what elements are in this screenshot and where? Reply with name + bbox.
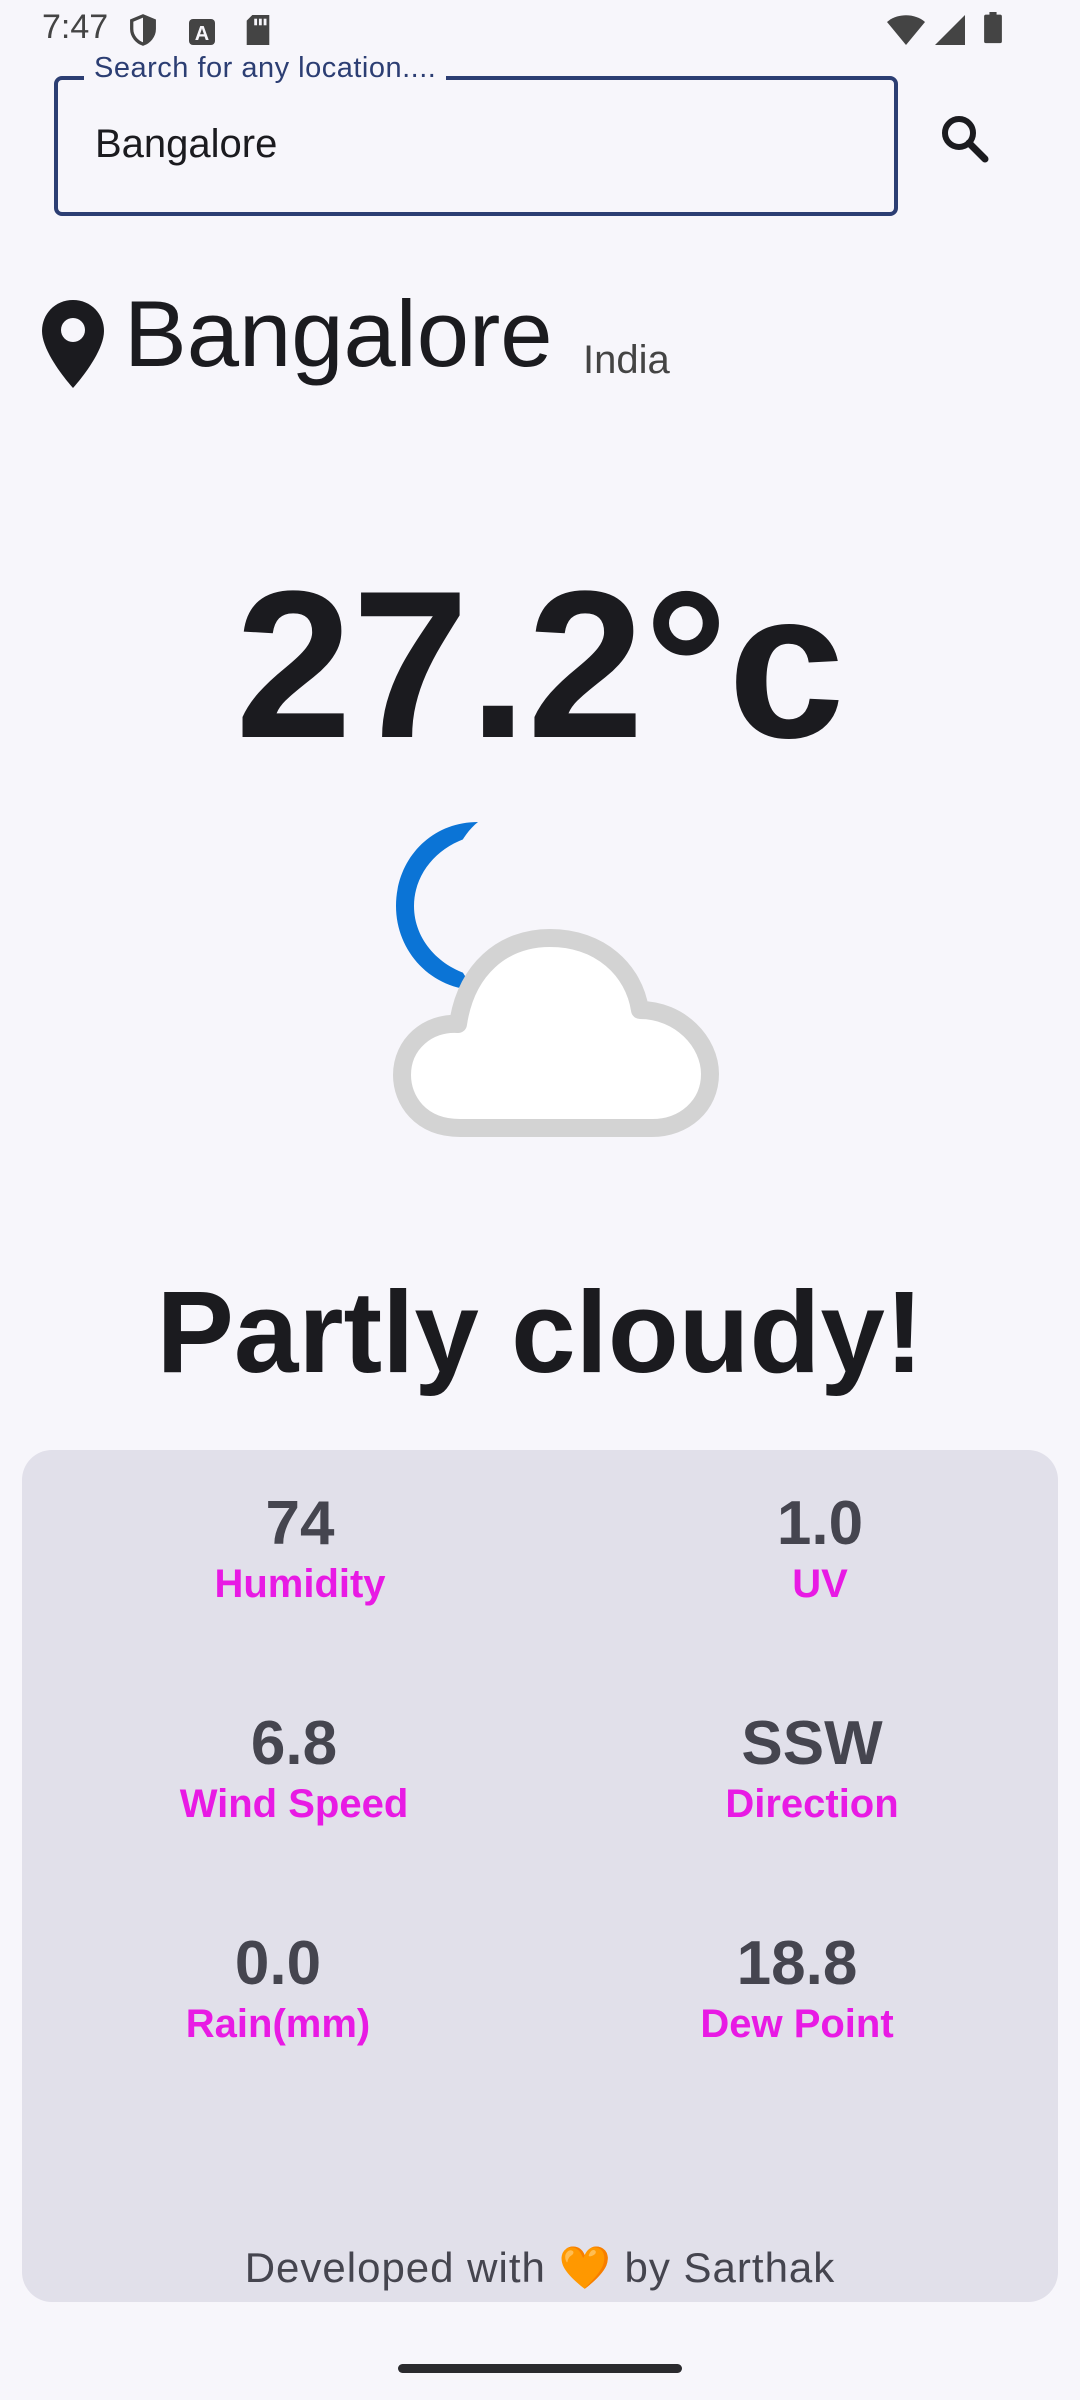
developer-credit: Developed with 🧡 by Sarthak [0, 2244, 1080, 2293]
search-input-label: Search for any location.... [84, 52, 447, 85]
city-name: Bangalore [124, 281, 553, 386]
wifi-icon [887, 15, 925, 45]
stat-direction: SSW Direction [612, 1709, 1012, 1827]
stat-label: Wind Speed [179, 1782, 409, 1827]
stat-value: 1.0 [776, 1489, 864, 1558]
temperature: 27.2°c [235, 547, 845, 782]
stat-label: Rain(mm) [185, 2002, 371, 2047]
search-icon [942, 116, 989, 163]
gesture-nav-handle[interactable] [398, 2364, 682, 2373]
partly-cloudy-night-icon [393, 822, 719, 1137]
stat-label: Direction [725, 1782, 899, 1827]
stat-value: SSW [741, 1709, 883, 1778]
stat-uv: 1.0 UV [620, 1489, 1020, 1607]
battery-icon [984, 12, 1002, 44]
stat-dew-point: 18.8 Dew Point [597, 1929, 997, 2047]
stat-label: Dew Point [700, 2002, 894, 2047]
text-a-icon: A [189, 19, 215, 45]
sd-card-icon [246, 14, 270, 46]
credit-prefix: Developed with [244, 2244, 546, 2291]
svg-text:A: A [195, 23, 209, 45]
credit-suffix: by Sarthak [624, 2244, 836, 2291]
stat-wind-speed: 6.8 Wind Speed [94, 1709, 494, 1827]
search-button[interactable] [930, 104, 1000, 174]
stat-value: 0.0 [234, 1929, 322, 1998]
country-name: India [583, 338, 670, 382]
stat-value: 18.8 [736, 1929, 858, 1998]
stat-humidity: 74 Humidity [100, 1489, 500, 1607]
stat-value: 74 [265, 1489, 335, 1558]
stat-value: 6.8 [250, 1709, 338, 1778]
search-input-value[interactable]: Bangalore [95, 122, 277, 167]
signal-icon [935, 15, 965, 45]
status-bar: 7:47 A [0, 0, 1080, 60]
stat-label: UV [792, 1562, 848, 1607]
status-time: 7:47 [42, 8, 109, 46]
heart-icon: 🧡 [558, 2244, 612, 2291]
weather-condition: Partly cloudy! [156, 1267, 924, 1397]
location-pin-icon [42, 300, 104, 388]
stat-label: Humidity [214, 1562, 386, 1607]
stat-rain: 0.0 Rain(mm) [78, 1929, 478, 2047]
shield-icon [130, 14, 156, 46]
